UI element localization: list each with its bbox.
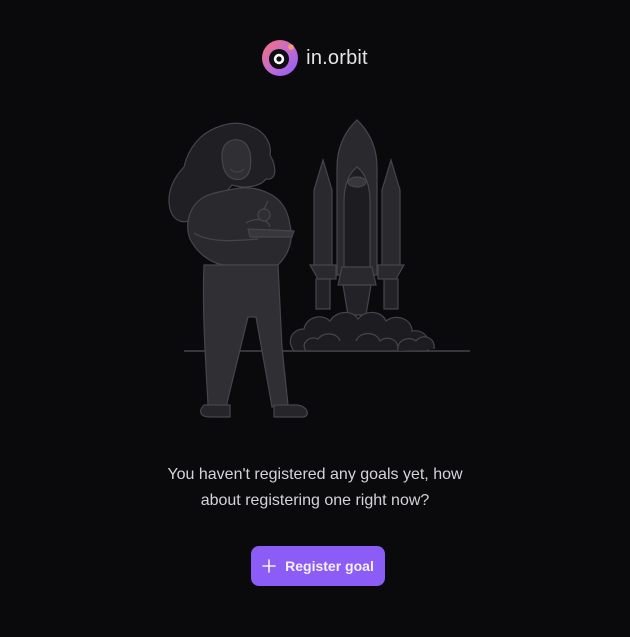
orbit-logo-icon — [262, 40, 299, 76]
empty-state-message: You haven't registered any goals yet, ho… — [0, 462, 630, 514]
empty-state-message-line2: about registering one right now? — [200, 492, 430, 509]
empty-state-message-line1: You haven't registered any goals yet, ho… — [167, 466, 463, 483]
rocket — [289, 119, 435, 352]
register-goal-label: Register goal — [285, 558, 374, 574]
woman-and-rocket-launch-illustration — [168, 119, 470, 418]
brand-name: in.orbit — [306, 46, 368, 69]
plus-icon — [262, 559, 276, 573]
brand-header: in.orbit — [0, 40, 630, 76]
woman-figure — [168, 122, 308, 418]
register-goal-button[interactable]: Register goal — [251, 546, 385, 586]
